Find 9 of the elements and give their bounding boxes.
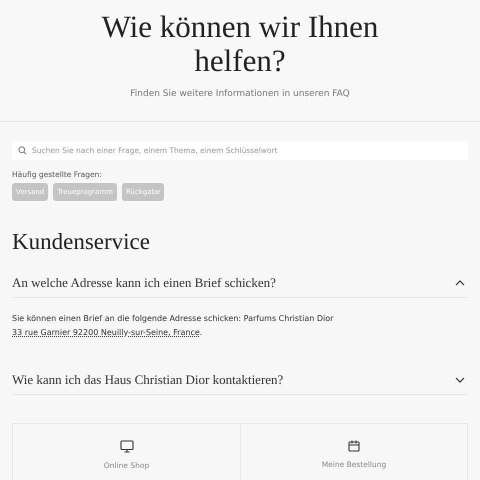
address-link[interactable]: 33 rue Garnier 92200 Neuilly-sur-Seine, France	[12, 328, 200, 337]
page-subtitle: Finden Sie weitere Informationen in unseren FAQ	[130, 89, 350, 99]
faq-question[interactable]: Wie kann ich das Haus Christian Dior kontaktieren?	[12, 352, 468, 395]
faq-question[interactable]: An welche Adresse kann ich einen Brief schicken?	[12, 255, 468, 298]
faq-answer: Sie können einen Brief an die folgende Adresse schicken: Parfums Christian Dior 33 rue Garnier 92200 Neuilly-sur-Seine, France.	[12, 313, 334, 339]
section-title: Kundenservice	[12, 229, 151, 255]
page-title: Wie können wir Ihnen helfen?	[100, 10, 380, 78]
calendar-icon	[348, 440, 360, 452]
monitor-icon	[120, 440, 134, 453]
